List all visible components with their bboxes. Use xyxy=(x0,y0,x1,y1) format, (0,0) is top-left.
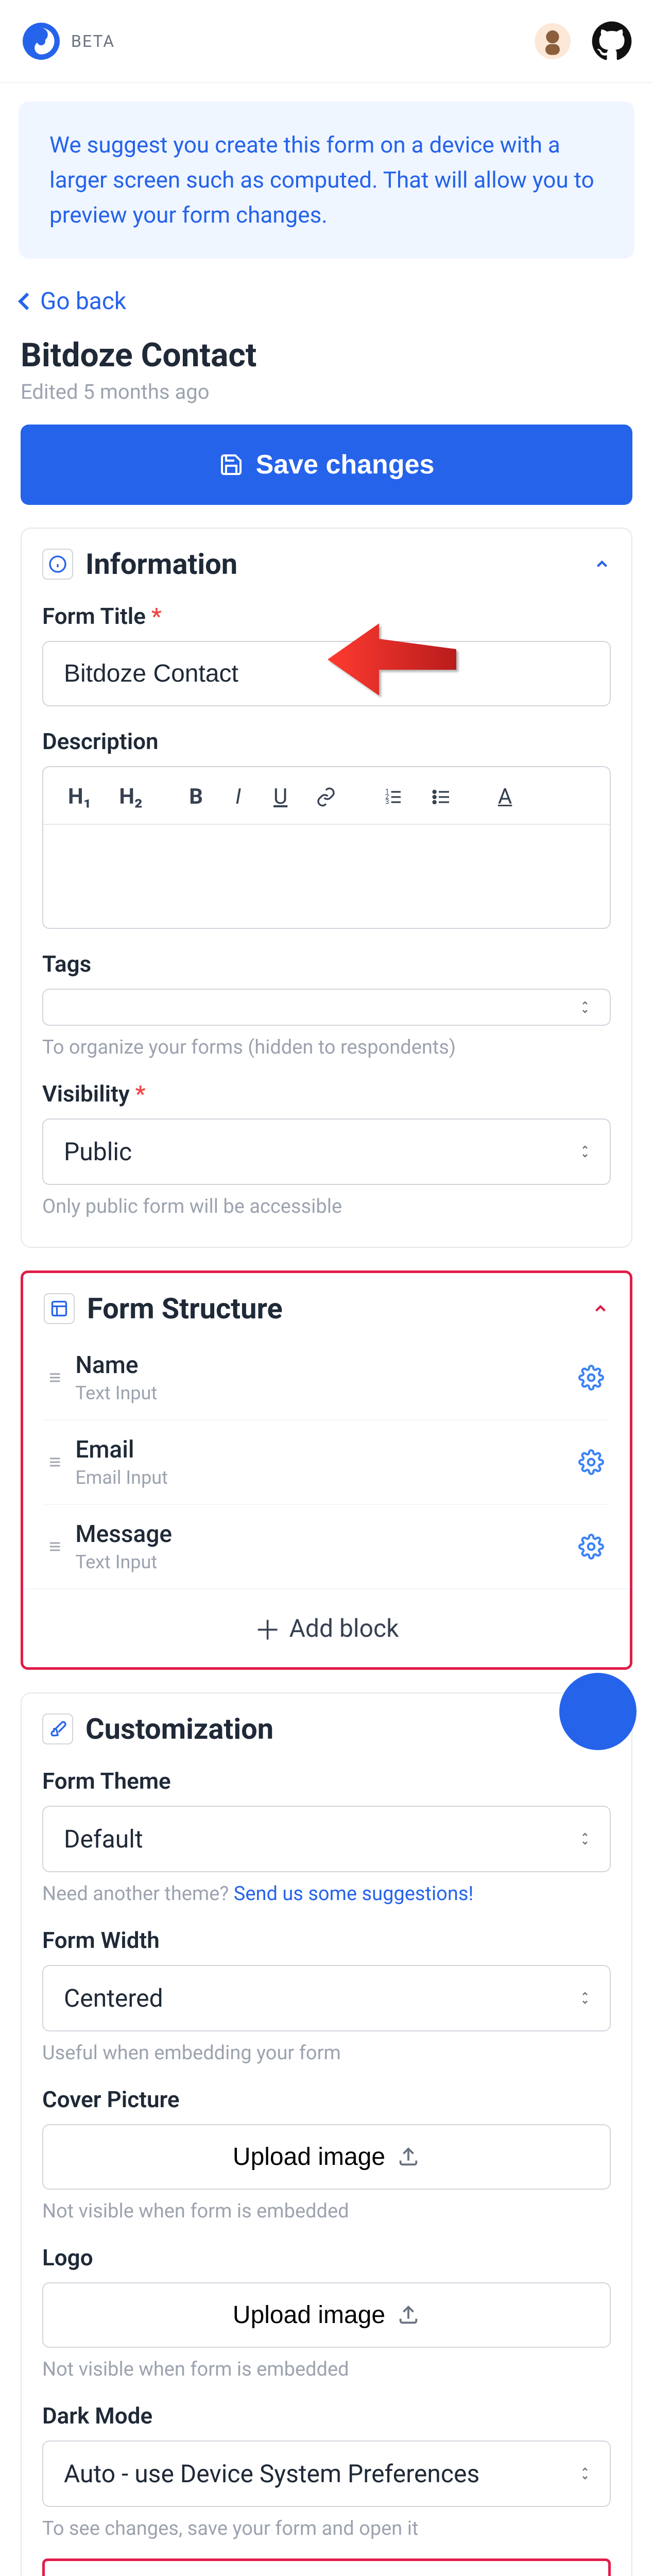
block-name: Email xyxy=(75,1436,564,1464)
app-logo xyxy=(21,21,62,62)
brush-icon xyxy=(48,1720,67,1738)
chevron-up-icon xyxy=(593,555,611,573)
form-width-label: Form Width xyxy=(42,1927,611,1954)
block-name: Name xyxy=(75,1351,564,1379)
svg-text:3: 3 xyxy=(385,798,389,806)
chevron-up-icon xyxy=(592,1300,609,1317)
blocks-list: ≡ Name Text Input ≡ Email Email Input ≡ … xyxy=(44,1336,609,1588)
section-title: Information xyxy=(85,547,581,581)
add-block-label: Add block xyxy=(289,1614,399,1643)
bold-btn[interactable]: B xyxy=(180,781,213,814)
info-icon xyxy=(48,555,67,573)
cover-picture-hint: Not visible when form is embedded xyxy=(42,2200,611,2223)
block-row[interactable]: ≡ Message Text Input xyxy=(44,1505,609,1588)
block-type: Email Input xyxy=(75,1467,564,1488)
form-title-input[interactable] xyxy=(42,641,611,706)
block-name: Message xyxy=(75,1520,564,1548)
link-btn[interactable] xyxy=(306,781,346,814)
visibility-hint: Only public form will be accessible xyxy=(42,1195,611,1218)
h1-btn[interactable]: H₁ xyxy=(59,781,100,814)
go-back-link[interactable]: Go back xyxy=(21,287,126,315)
upload-icon xyxy=(397,2145,420,2168)
cover-picture-label: Cover Picture xyxy=(42,2086,611,2113)
form-theme-select[interactable]: Default xyxy=(42,1806,611,1872)
add-block-button[interactable]: ＋ Add block xyxy=(23,1588,630,1667)
block-settings-icon[interactable] xyxy=(578,1365,604,1391)
mobile-notice: We suggest you create this form on a dev… xyxy=(19,101,634,259)
tags-select[interactable] xyxy=(42,989,611,1026)
form-theme-label: Form Theme xyxy=(42,1768,611,1794)
logo-upload-button[interactable]: Upload image xyxy=(42,2282,611,2348)
drag-handle-icon[interactable]: ≡ xyxy=(49,1371,61,1384)
information-section: Information Form Title Description H₁ H₂… xyxy=(21,528,632,1248)
h2-btn[interactable]: H₂ xyxy=(110,781,151,814)
section-title: Customization xyxy=(85,1712,581,1746)
italic-btn[interactable]: I xyxy=(222,781,255,814)
save-button[interactable]: Save changes xyxy=(21,425,632,505)
app-header: BETA xyxy=(0,0,653,83)
block-row[interactable]: ≡ Email Email Input xyxy=(44,1420,609,1505)
save-icon xyxy=(219,452,244,477)
form-theme-hint: Need another theme? Send us some suggest… xyxy=(42,1883,611,1905)
block-settings-icon[interactable] xyxy=(578,1449,604,1475)
visibility-label: Visibility xyxy=(42,1080,611,1107)
cover-upload-button[interactable]: Upload image xyxy=(42,2124,611,2190)
tags-hint: To organize your forms (hidden to respon… xyxy=(42,1036,611,1059)
section-toggle[interactable]: Form Structure xyxy=(44,1292,609,1326)
description-label: Description xyxy=(42,728,611,755)
block-settings-icon[interactable] xyxy=(578,1534,604,1560)
beta-tag: BETA xyxy=(71,31,115,51)
save-button-label: Save changes xyxy=(256,449,435,480)
dark-mode-hint: To see changes, save your form and open … xyxy=(42,2517,611,2540)
dark-mode-select[interactable]: Auto - use Device System Preferences xyxy=(42,2441,611,2507)
logo-label: Logo xyxy=(42,2244,611,2271)
section-toggle[interactable]: Information xyxy=(42,547,611,581)
upload-icon xyxy=(397,2303,420,2327)
structure-icon xyxy=(50,1299,68,1318)
page-title: Bitdoze Contact xyxy=(21,336,632,375)
user-avatar[interactable] xyxy=(535,23,571,59)
customization-section: Customization Form Theme Default Need an… xyxy=(21,1692,632,2576)
drag-handle-icon[interactable]: ≡ xyxy=(49,1540,61,1553)
ul-btn[interactable] xyxy=(422,781,461,814)
block-row[interactable]: ≡ Name Text Input xyxy=(44,1336,609,1420)
visibility-select[interactable]: Public xyxy=(42,1118,611,1185)
edited-timestamp: Edited 5 months ago xyxy=(21,380,632,404)
form-width-hint: Useful when embedding your form xyxy=(42,2042,611,2064)
form-width-select[interactable]: Centered xyxy=(42,1965,611,2031)
block-type: Text Input xyxy=(75,1382,564,1404)
form-title-label: Form Title xyxy=(42,603,611,630)
description-editor[interactable]: H₁ H₂ B I U 123 xyxy=(42,766,611,929)
tags-label: Tags xyxy=(42,951,611,977)
annotation-dot-1 xyxy=(559,1673,637,1750)
form-structure-section: Form Structure ≡ Name Text Input ≡ Email… xyxy=(21,1270,632,1670)
underline-btn[interactable]: U xyxy=(264,781,297,814)
logo-hint: Not visible when form is embedded xyxy=(42,2358,611,2381)
section-title: Form Structure xyxy=(87,1292,579,1326)
plus-icon: ＋ xyxy=(254,1609,281,1648)
section-toggle[interactable]: Customization xyxy=(42,1712,611,1746)
dark-mode-label: Dark Mode xyxy=(42,2402,611,2429)
github-icon[interactable] xyxy=(591,21,632,62)
drag-handle-icon[interactable]: ≡ xyxy=(49,1456,61,1468)
font-color-btn[interactable]: A xyxy=(489,781,522,814)
theme-suggestion-link[interactable]: Send us some suggestions! xyxy=(234,1883,473,1905)
ol-btn[interactable]: 123 xyxy=(373,781,413,814)
block-type: Text Input xyxy=(75,1551,564,1573)
